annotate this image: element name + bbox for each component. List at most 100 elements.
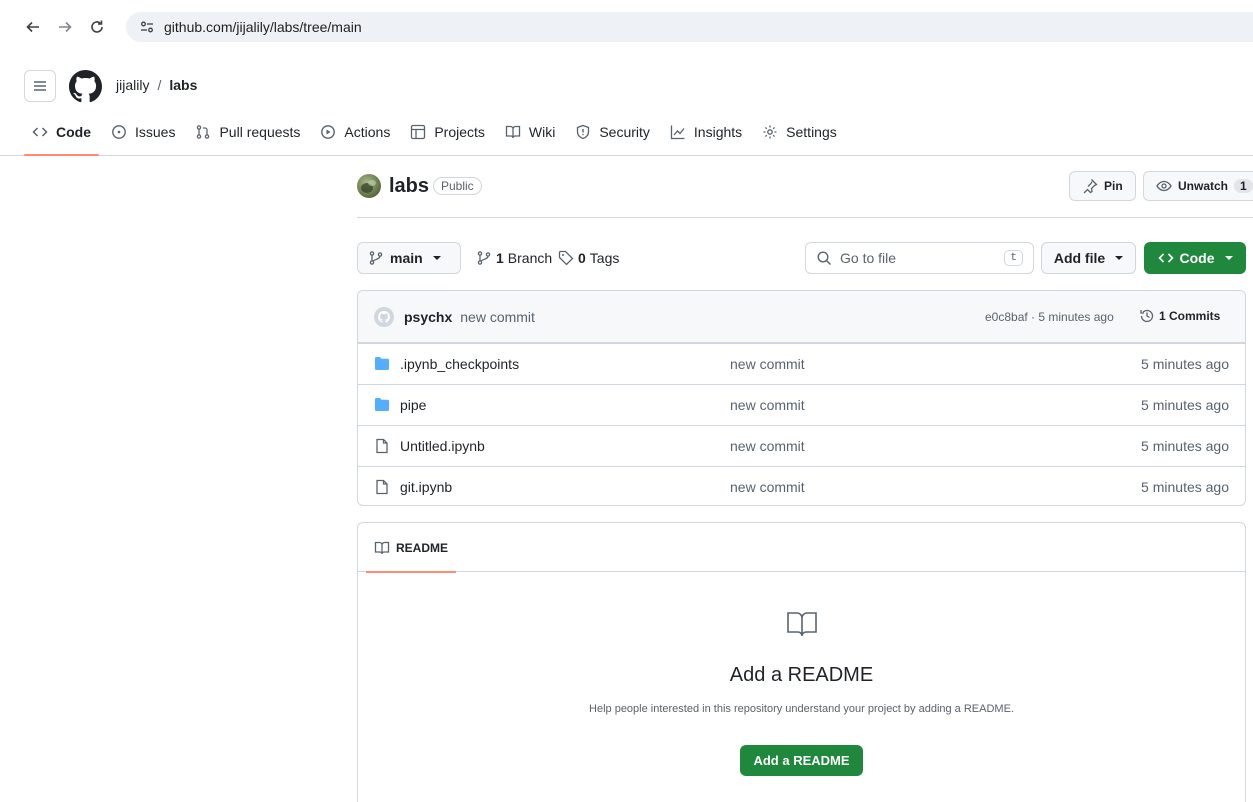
file-date: 5 minutes ago (1141, 356, 1229, 372)
branch-icon (369, 251, 383, 265)
repo-name[interactable]: labs (389, 175, 429, 198)
file-commit-message[interactable]: new commit (730, 479, 805, 495)
tab-settings[interactable]: Settings (754, 116, 845, 148)
tab-actions[interactable]: Actions (312, 116, 398, 148)
tab-label: Security (599, 124, 650, 140)
table-icon (411, 124, 426, 140)
site-settings-icon[interactable] (138, 18, 156, 36)
add-file-button[interactable]: Add file (1041, 242, 1136, 274)
breadcrumb-separator: / (157, 77, 162, 93)
readme-title: Add a README (729, 664, 874, 686)
file-row[interactable]: .ipynb_checkpoints new commit 5 minutes … (358, 343, 1245, 384)
owner-avatar[interactable] (357, 174, 381, 198)
url-text: github.com/jijalily/labs/tree/main (164, 19, 362, 35)
tab-label: Actions (344, 124, 391, 140)
code-button[interactable]: Code (1144, 242, 1246, 274)
commit-message[interactable]: new commit (460, 309, 535, 325)
gear-icon (763, 125, 777, 139)
file-commit-message[interactable]: new commit (730, 397, 805, 413)
pin-icon (1083, 179, 1098, 194)
repo-title-bar: labs Public Pin Unwatch 1 (357, 170, 1253, 218)
code-icon (32, 127, 48, 137)
play-icon (321, 125, 336, 139)
issue-icon (112, 125, 126, 139)
tag-label: Tags (589, 250, 620, 266)
book-icon (786, 612, 817, 637)
branches-link[interactable]: 1 Branch (476, 250, 552, 266)
watch-count: 1 (1234, 179, 1253, 193)
forward-arrow-icon[interactable] (54, 16, 76, 38)
add-file-label: Add file (1053, 250, 1106, 266)
hamburger-menu-button[interactable] (24, 70, 56, 102)
file-row[interactable]: pipe new commit 5 minutes ago (358, 384, 1245, 425)
file-commit-message[interactable]: new commit (730, 356, 805, 372)
commits-label: 1 Commits (1159, 309, 1221, 323)
shield-icon (577, 124, 590, 140)
file-row[interactable]: Untitled.ipynb new commit 5 minutes ago (358, 425, 1245, 466)
tab-wiki[interactable]: Wiki (497, 116, 563, 148)
tab-code[interactable]: Code (24, 116, 99, 156)
commits-link[interactable]: 1 Commits (1139, 308, 1220, 324)
chevron-down-icon (1115, 256, 1124, 260)
unwatch-button[interactable]: Unwatch 1 (1143, 171, 1253, 201)
tab-label: Code (56, 124, 91, 140)
tab-label: Insights (693, 124, 743, 140)
breadcrumb-owner[interactable]: jijalily (116, 77, 149, 93)
search-icon (817, 251, 832, 266)
branch-icon (477, 251, 491, 265)
history-icon (1140, 309, 1154, 323)
branch-count: 1 (496, 250, 504, 266)
file-name[interactable]: .ipynb_checkpoints (400, 356, 519, 372)
unwatch-label: Unwatch (1178, 179, 1229, 193)
tag-count: 0 (578, 250, 586, 266)
file-name[interactable]: git.ipynb (400, 479, 452, 495)
go-to-file-placeholder: Go to file (840, 250, 897, 266)
file-date: 5 minutes ago (1141, 397, 1229, 413)
branch-selector[interactable]: main (357, 242, 461, 274)
tab-pull-requests[interactable]: Pull requests (187, 116, 308, 148)
shortcut-key: t (1004, 250, 1023, 266)
breadcrumb: jijalily / labs (116, 77, 197, 93)
file-name[interactable]: pipe (400, 397, 426, 413)
commit-sha-time[interactable]: e0c8baf · 5 minutes ago (985, 310, 1114, 324)
readme-panel: README Add a README Help people interest… (357, 522, 1246, 802)
browser-toolbar: github.com/jijalily/labs/tree/main (0, 0, 1253, 56)
tab-label: Wiki (528, 124, 556, 140)
file-icon (376, 479, 388, 495)
tab-label: Projects (434, 124, 485, 140)
file-row[interactable]: git.ipynb new commit 5 minutes ago (358, 466, 1245, 505)
add-readme-button[interactable]: Add a README (740, 745, 863, 776)
tab-issues[interactable]: Issues (103, 116, 183, 148)
chevron-down-icon (432, 256, 441, 260)
go-to-file-input[interactable]: Go to file t (805, 242, 1034, 274)
book-icon (374, 541, 390, 554)
github-logo-icon[interactable] (69, 70, 102, 103)
address-bar[interactable]: github.com/jijalily/labs/tree/main (126, 12, 1253, 42)
tab-projects[interactable]: Projects (402, 116, 493, 148)
commit-author-avatar[interactable] (374, 306, 394, 327)
pin-button[interactable]: Pin (1069, 171, 1136, 201)
readme-blankslate: Add a README Help people interested in t… (358, 608, 1245, 776)
tab-security[interactable]: Security (567, 116, 658, 148)
chevron-down-icon (1224, 256, 1233, 260)
branch-label: Branch (507, 250, 553, 266)
tags-link[interactable]: 0 Tags (558, 250, 619, 266)
file-icon (376, 438, 388, 454)
file-name[interactable]: Untitled.ipynb (400, 438, 485, 454)
file-list: psychx new commit e0c8baf · 5 minutes ag… (357, 290, 1246, 506)
reload-icon[interactable] (86, 16, 108, 38)
back-arrow-icon[interactable] (22, 16, 44, 38)
folder-icon (375, 357, 389, 370)
breadcrumb-repo[interactable]: labs (169, 77, 197, 93)
commit-author[interactable]: psychx (404, 309, 452, 325)
book-icon (505, 125, 521, 139)
tab-readme[interactable]: README (366, 523, 457, 573)
repo-tabs: Code Issues Pull requests Actions Projec… (24, 116, 849, 156)
branch-name: main (390, 250, 423, 266)
tag-icon (558, 250, 574, 266)
file-date: 5 minutes ago (1141, 479, 1229, 495)
tab-insights[interactable]: Insights (662, 116, 750, 148)
tab-label: Issues (135, 124, 176, 140)
file-commit-message[interactable]: new commit (730, 438, 805, 454)
code-icon (1157, 253, 1174, 263)
